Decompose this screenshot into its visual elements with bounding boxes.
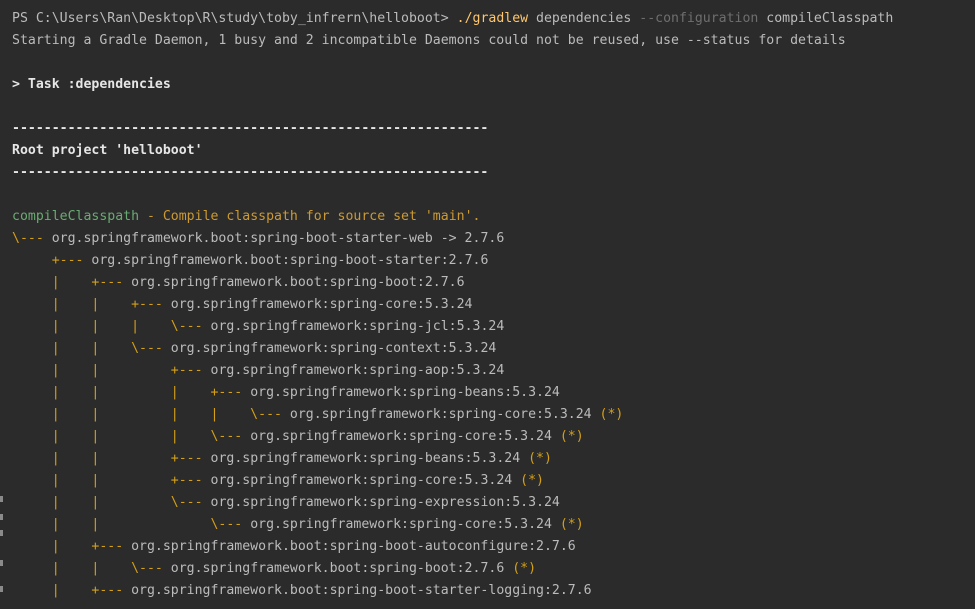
dependency-row: | | +--- org.springframework:spring-aop:… [12, 360, 975, 382]
dependency-row: | +--- org.springframework.boot:spring-b… [12, 580, 975, 602]
project-title: Root project 'helloboot' [12, 143, 203, 158]
task-line: > Task :dependencies [12, 77, 171, 92]
dependency-coordinate: org.springframework:spring-beans:5.3.24 [250, 385, 560, 400]
dependency-coordinate: org.springframework:spring-core:5.3.24 [250, 429, 552, 444]
tree-branch: | | \--- [12, 561, 171, 576]
dependency-coordinate: org.springframework.boot:spring-boot:2.7… [170, 561, 505, 576]
dependency-row: | | \--- org.springframework:spring-expr… [12, 492, 975, 514]
dependency-row: | | \--- org.springframework.boot:spring… [12, 558, 975, 580]
gutter-mark [0, 530, 3, 536]
tree-branch: | | \--- [12, 517, 251, 532]
gutter-mark [0, 514, 3, 520]
dependency-coordinate: org.springframework.boot:spring-boot-aut… [131, 539, 576, 554]
command-gradlew: ./gradlew [456, 11, 529, 26]
configuration-name: compileClasspath [12, 209, 140, 224]
left-gutter-marks [0, 490, 4, 609]
tree-branch: +--- [12, 253, 92, 268]
tree-branch: | | | +--- [12, 385, 251, 400]
tree-branch: | | \--- [12, 495, 211, 510]
dependency-coordinate: org.springframework:spring-jcl:5.3.24 [210, 319, 505, 334]
dependency-row: | | +--- org.springframework:spring-core… [12, 294, 975, 316]
tree-branch: | | | | \--- [12, 407, 290, 422]
omitted-marker: (*) [504, 561, 537, 576]
dependency-coordinate: org.springframework.boot:spring-boot-sta… [51, 231, 505, 246]
dependency-row: | | | \--- org.springframework:spring-jc… [12, 316, 975, 338]
dependency-coordinate: org.springframework:spring-expression:5.… [210, 495, 560, 510]
dependency-coordinate: org.springframework:spring-core:5.3.24 [170, 297, 473, 312]
separator-top: ----------------------------------------… [12, 121, 489, 136]
gutter-mark [0, 496, 3, 502]
command-line: PS C:\Users\Ran\Desktop\R\study\toby_inf… [12, 8, 975, 30]
dependency-coordinate: org.springframework:spring-context:5.3.2… [170, 341, 497, 356]
dependency-coordinate: org.springframework.boot:spring-boot-sta… [131, 583, 592, 598]
command-arg-dependencies: dependencies [528, 11, 640, 26]
tree-branch: | +--- [12, 583, 132, 598]
daemon-message: Starting a Gradle Daemon, 1 busy and 2 i… [12, 33, 846, 48]
omitted-marker: (*) [551, 429, 584, 444]
command-arg-compileclasspath: compileClasspath [758, 11, 894, 26]
tree-branch: | | +--- [12, 297, 171, 312]
dependency-row: | +--- org.springframework.boot:spring-b… [12, 272, 975, 294]
dependency-row: | | | \--- org.springframework:spring-co… [12, 426, 975, 448]
configuration-line: compileClasspath - Compile classpath for… [12, 206, 975, 228]
prompt-path: PS C:\Users\Ran\Desktop\R\study\toby_inf… [12, 11, 457, 26]
dependency-row: +--- org.springframework.boot:spring-boo… [12, 250, 975, 272]
tree-branch: | | \--- [12, 341, 171, 356]
separator-bottom: ----------------------------------------… [12, 165, 489, 180]
dependency-coordinate: org.springframework.boot:spring-boot:2.7… [131, 275, 465, 290]
terminal-window[interactable]: PS C:\Users\Ran\Desktop\R\study\toby_inf… [0, 0, 975, 609]
dependency-coordinate: org.springframework:spring-beans:5.3.24 [210, 451, 521, 466]
dependency-row: | | +--- org.springframework:spring-bean… [12, 448, 975, 470]
tree-branch: | | +--- [12, 473, 211, 488]
dependency-coordinate: org.springframework:spring-aop:5.3.24 [210, 363, 505, 378]
command-flag-configuration: --configuration [639, 11, 759, 26]
dependency-row: | | | +--- org.springframework:spring-be… [12, 382, 975, 404]
dependency-row: | +--- org.springframework.boot:spring-b… [12, 536, 975, 558]
tree-branch: | +--- [12, 539, 132, 554]
gutter-mark [0, 560, 3, 566]
dependency-row: | | | | \--- org.springframework:spring-… [12, 404, 975, 426]
dependency-coordinate: org.springframework:spring-core:5.3.24 [289, 407, 592, 422]
gutter-mark [0, 586, 3, 592]
configuration-description: - Compile classpath for source set 'main… [139, 209, 481, 224]
tree-branch: | +--- [12, 275, 132, 290]
omitted-marker: (*) [551, 517, 584, 532]
tree-branch: | | +--- [12, 363, 211, 378]
dependency-tree: \--- org.springframework.boot:spring-boo… [12, 228, 975, 602]
dependency-coordinate: org.springframework.boot:spring-boot-sta… [91, 253, 489, 268]
dependency-row: | | +--- org.springframework:spring-core… [12, 470, 975, 492]
dependency-row: | | \--- org.springframework:spring-core… [12, 514, 975, 536]
dependency-coordinate: org.springframework:spring-core:5.3.24 [250, 517, 552, 532]
tree-branch: | | | \--- [12, 429, 251, 444]
tree-branch: \--- [12, 231, 52, 246]
dependency-row: | | \--- org.springframework:spring-cont… [12, 338, 975, 360]
omitted-marker: (*) [591, 407, 624, 422]
tree-branch: | | | \--- [12, 319, 211, 334]
dependency-coordinate: org.springframework:spring-core:5.3.24 [210, 473, 513, 488]
omitted-marker: (*) [512, 473, 544, 488]
tree-branch: | | +--- [12, 451, 211, 466]
omitted-marker: (*) [520, 451, 552, 466]
dependency-row: \--- org.springframework.boot:spring-boo… [12, 228, 975, 250]
